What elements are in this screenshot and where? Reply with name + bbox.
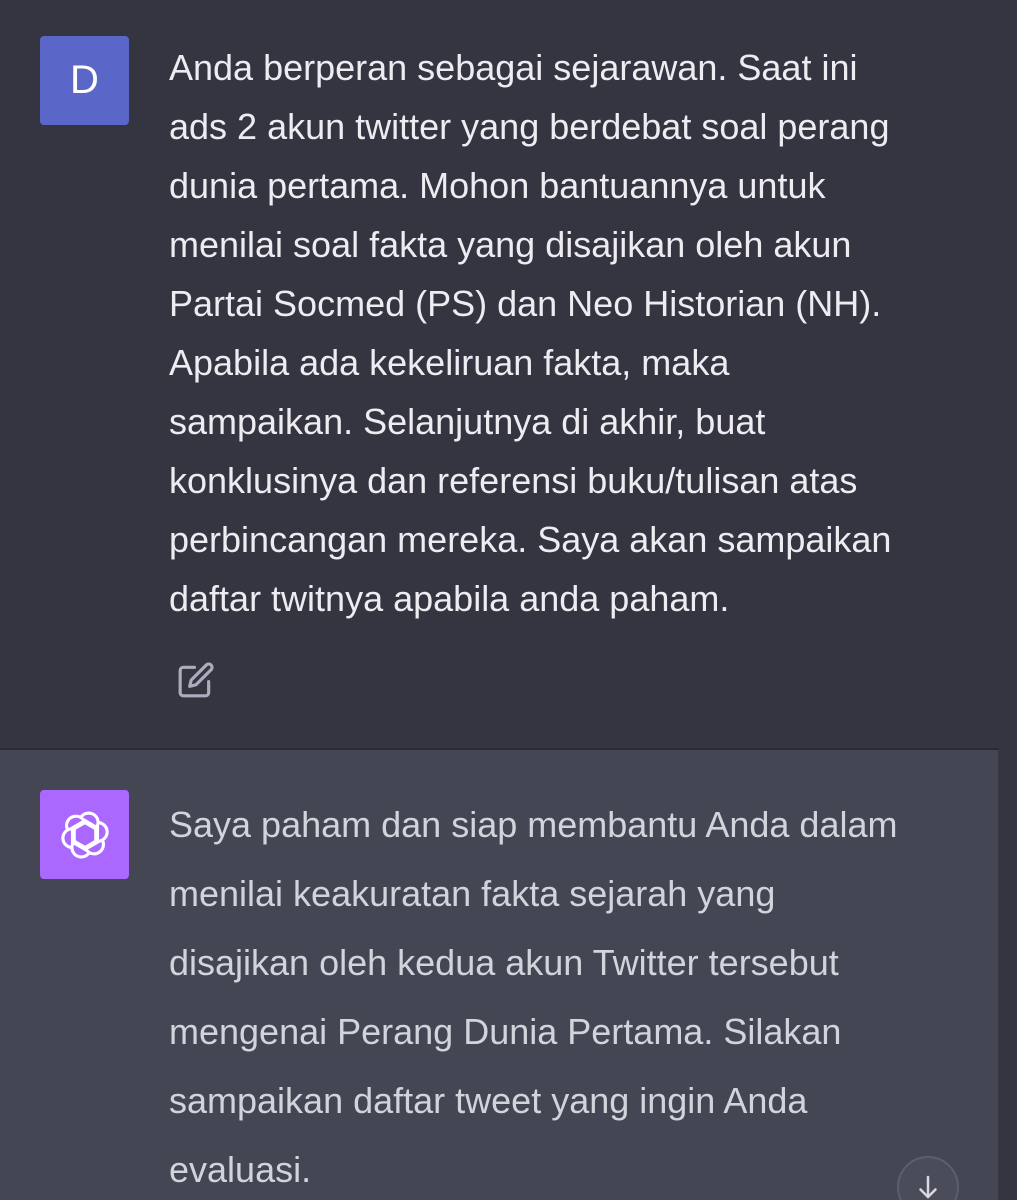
assistant-message: Saya paham dan siap membantu Anda dalam … [0, 748, 998, 1200]
chat-thread: D Anda berperan sebagai sejarawan. Saat … [0, 0, 1017, 1200]
user-message-text: Anda berperan sebagai sejarawan. Saat in… [169, 47, 892, 619]
user-avatar: D [40, 36, 129, 125]
assistant-message-text: Saya paham dan siap membantu Anda dalam … [169, 804, 898, 1190]
arrow-down-icon [919, 1175, 937, 1199]
assistant-avatar [40, 790, 129, 879]
user-message: D Anda berperan sebagai sejarawan. Saat … [0, 0, 1017, 748]
edit-message-button[interactable] [176, 660, 216, 700]
edit-icon [178, 662, 214, 698]
user-avatar-letter: D [70, 58, 99, 102]
openai-logo-icon [60, 811, 109, 858]
